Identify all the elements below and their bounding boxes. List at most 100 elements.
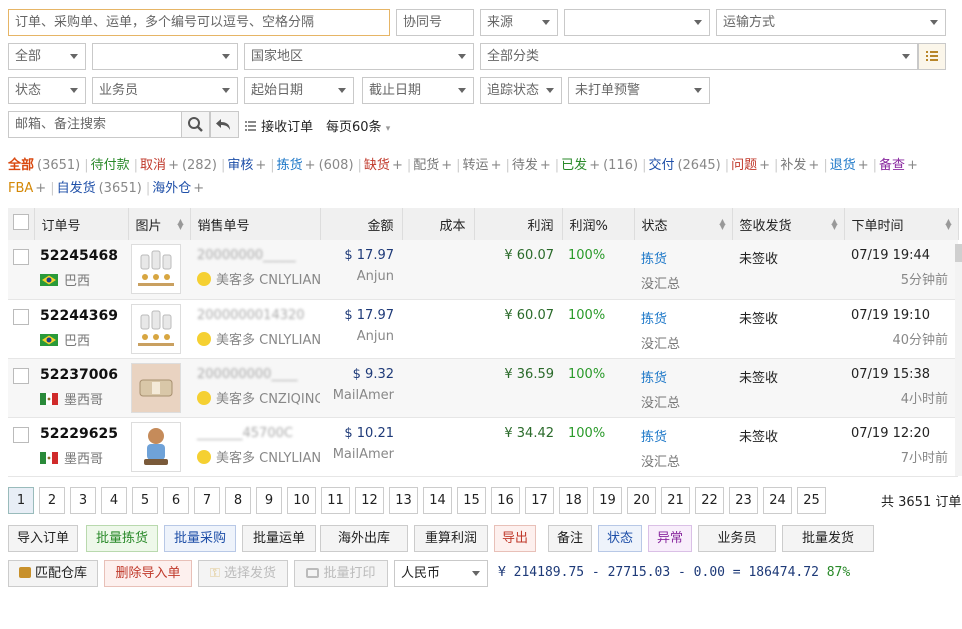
tab-13[interactable]: 退货 + — [830, 154, 869, 177]
batch-print-button[interactable]: 批量打印 — [294, 560, 388, 587]
table-scrollbar[interactable] — [955, 244, 962, 476]
tab-1[interactable]: 待付款 — [91, 154, 130, 177]
tab-9[interactable]: 已发 + (116) — [561, 154, 638, 177]
tab-expand-icon[interactable]: + — [759, 158, 770, 173]
tab-expand-icon[interactable]: + — [168, 158, 179, 173]
page-button[interactable]: 18 — [559, 487, 588, 514]
page-button[interactable]: 16 — [491, 487, 520, 514]
col-sign[interactable]: 签收发货 ▲ ▼ — [732, 208, 845, 240]
action-button-9[interactable]: 异常 — [648, 525, 692, 552]
col-order-no[interactable]: 订单号 — [34, 208, 129, 240]
category-list-button[interactable] — [918, 43, 946, 70]
source-select[interactable]: 来源 — [480, 9, 558, 36]
tab-3[interactable]: 审核 + — [227, 154, 266, 177]
col-amount[interactable]: 金额 — [320, 208, 403, 240]
action-button-8[interactable]: 状态 — [598, 525, 642, 552]
page-button[interactable]: 9 — [256, 487, 282, 514]
page-button[interactable]: 4 — [101, 487, 127, 514]
tab-expand-icon[interactable]: + — [907, 158, 918, 173]
tab-16[interactable]: 自发货 (3651) — [57, 177, 142, 200]
page-button[interactable]: 22 — [695, 487, 724, 514]
tab-15[interactable]: FBA + — [8, 177, 46, 200]
end-date-select[interactable]: 截止日期 — [362, 77, 474, 104]
table-row[interactable]: 52245468 巴西 20000000_____ 美客多 CNLYLIANN $ 17… — [8, 240, 958, 299]
tab-7[interactable]: 转运 + — [463, 154, 502, 177]
page-button[interactable]: 5 — [132, 487, 158, 514]
tab-expand-icon[interactable]: + — [808, 158, 819, 173]
page-button[interactable]: 15 — [457, 487, 486, 514]
select-all-checkbox[interactable] — [13, 214, 29, 230]
page-button[interactable]: 7 — [194, 487, 220, 514]
scrollbar-thumb[interactable] — [955, 244, 962, 262]
status-link[interactable]: 拣货 — [641, 248, 732, 267]
sales-number[interactable]: _______45700C — [197, 426, 320, 441]
tab-5[interactable]: 缺货 + — [364, 154, 403, 177]
match-warehouse-button[interactable]: 匹配仓库 — [8, 560, 98, 587]
col-sales-no[interactable]: 销售单号 — [190, 208, 321, 240]
page-button[interactable]: 11 — [321, 487, 350, 514]
search-button[interactable] — [181, 111, 210, 138]
tab-2[interactable]: 取消 + (282) — [140, 154, 217, 177]
action-button-4[interactable]: 海外出库 — [320, 525, 408, 552]
shipping-method-select[interactable]: 运输方式 — [716, 9, 946, 36]
tab-0[interactable]: 全部 (3651) — [8, 154, 80, 177]
product-thumbnail[interactable] — [131, 362, 181, 413]
receive-order-button[interactable]: 接收订单 — [245, 116, 313, 135]
page-button[interactable]: 20 — [627, 487, 656, 514]
tab-expand-icon[interactable]: + — [392, 158, 403, 173]
page-button[interactable]: 3 — [70, 487, 96, 514]
row-checkbox[interactable] — [13, 249, 29, 265]
per-page-select[interactable]: 每页60条 ▾ — [326, 116, 390, 135]
page-button[interactable]: 17 — [525, 487, 554, 514]
tab-expand-icon[interactable]: + — [305, 158, 316, 173]
tab-expand-icon[interactable]: + — [193, 181, 204, 196]
col-image[interactable]: 图片 ▲ ▼ — [128, 208, 191, 240]
page-button[interactable]: 8 — [225, 487, 251, 514]
action-button-10[interactable]: 业务员 — [698, 525, 776, 552]
tab-expand-icon[interactable]: + — [858, 158, 869, 173]
status-select[interactable]: 状态 — [8, 77, 86, 104]
page-button[interactable]: 12 — [355, 487, 384, 514]
product-thumbnail[interactable] — [131, 244, 181, 294]
not-printed-select[interactable]: 未打单预警 — [568, 77, 710, 104]
col-profit[interactable]: 利润 — [474, 208, 563, 240]
tab-expand-icon[interactable]: + — [589, 158, 600, 173]
action-button-5[interactable]: 重算利润 — [414, 525, 488, 552]
tab-14[interactable]: 备查 + — [879, 154, 918, 177]
coop-number-input[interactable]: 协同号 — [396, 9, 474, 36]
tab-11[interactable]: 问题 + — [731, 154, 770, 177]
page-button[interactable]: 6 — [163, 487, 189, 514]
reset-button[interactable] — [210, 111, 239, 138]
tab-expand-icon[interactable]: + — [441, 158, 452, 173]
start-date-select[interactable]: 起始日期 — [244, 77, 354, 104]
order-id[interactable]: 52245468 — [40, 248, 128, 264]
table-row[interactable]: 52229625 墨西哥 _______45700C 美客多 CNLYLIANN $ 1… — [8, 417, 958, 476]
select-ship-button[interactable]: ⚿ 选择发货 — [198, 560, 288, 587]
tab-17[interactable]: 海外仓 + — [152, 177, 204, 200]
salesman-select[interactable]: 业务员 — [92, 77, 238, 104]
col-status[interactable]: 状态 ▲ ▼ — [634, 208, 733, 240]
tab-expand-icon[interactable]: + — [540, 158, 551, 173]
action-button-1[interactable]: 批量拣货 — [86, 525, 158, 552]
track-status-select[interactable]: 追踪状态 — [480, 77, 562, 104]
table-row[interactable]: 52237006 墨西哥 200000000____ 美客多 CNZIQING $ 9.… — [8, 358, 958, 417]
region-select[interactable]: 国家地区 — [244, 43, 474, 70]
sales-number[interactable]: 20000000_____ — [197, 248, 320, 263]
action-button-11[interactable]: 批量发货 — [782, 525, 874, 552]
table-row[interactable]: 52244369 巴西 2000000014320 美客多 CNLYLIANN $ 17… — [8, 299, 958, 358]
product-thumbnail[interactable] — [131, 303, 181, 354]
action-button-0[interactable]: 导入订单 — [8, 525, 78, 552]
all-select[interactable]: 全部 — [8, 43, 86, 70]
tab-expand-icon[interactable]: + — [255, 158, 266, 173]
blank-select-2[interactable] — [92, 43, 238, 70]
tab-expand-icon[interactable]: + — [35, 181, 46, 196]
page-button[interactable]: 13 — [389, 487, 418, 514]
status-link[interactable]: 拣货 — [641, 426, 732, 445]
currency-select[interactable]: 人民币 — [394, 560, 488, 587]
page-button[interactable]: 23 — [729, 487, 758, 514]
product-thumbnail[interactable] — [131, 421, 181, 472]
action-button-2[interactable]: 批量采购 — [164, 525, 236, 552]
action-button-7[interactable]: 备注 — [548, 525, 592, 552]
tab-8[interactable]: 待发 + — [512, 154, 551, 177]
page-button[interactable]: 25 — [797, 487, 826, 514]
